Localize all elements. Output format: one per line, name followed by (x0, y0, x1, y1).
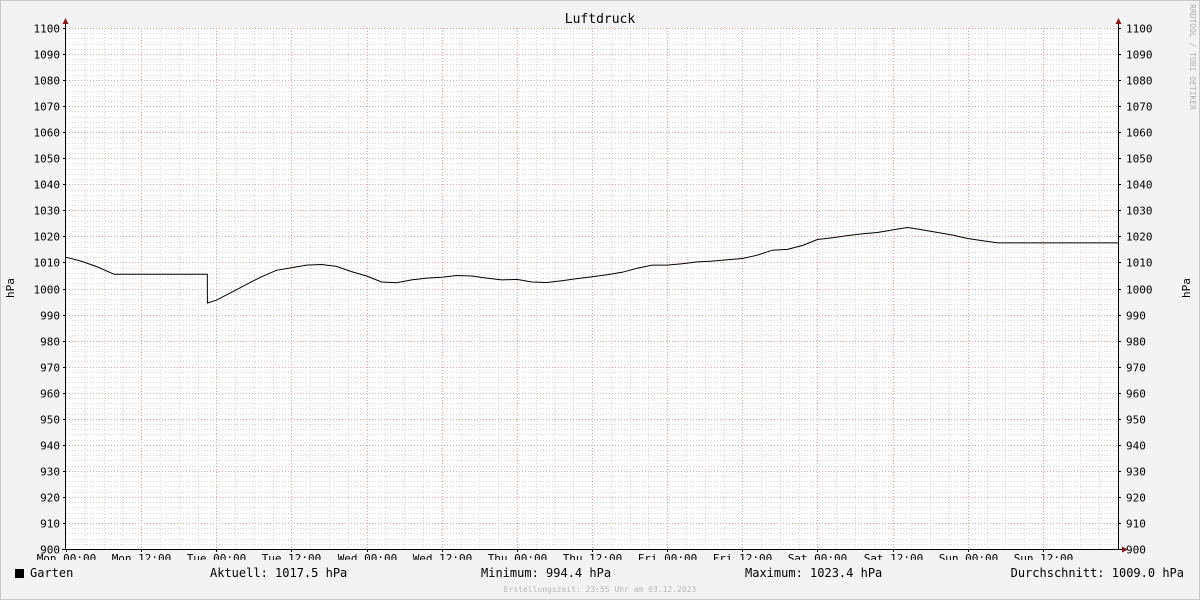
x-tick-label: Fri 12:00 (713, 552, 773, 560)
y-tick-label: 930 (40, 466, 60, 479)
chart-title: Luftdruck (565, 12, 636, 27)
y-axis-arrow-icon (62, 18, 69, 24)
y-tick-label: 990 (1126, 310, 1146, 323)
x-tick-label: Mon 12:00 (112, 552, 172, 560)
x-tick-label: Tue 12:00 (262, 552, 322, 560)
y-tick-label: 1030 (34, 205, 61, 218)
y-tick-label: 1030 (1126, 205, 1153, 218)
y-tick-label: 920 (40, 492, 60, 505)
x-tick-label: Fri 00:00 (638, 552, 698, 560)
legend-series: Garten (15, 566, 73, 580)
y-tick-label: 1040 (1126, 179, 1153, 192)
y-tick-label: 1020 (1126, 231, 1153, 244)
y-tick-label: 910 (40, 518, 60, 531)
rrdtool-credit: RRDTOOL / TOBI OETIKER (1188, 4, 1197, 110)
y-tick-label: 1060 (1126, 127, 1153, 140)
x-tick-label: Sat 00:00 (788, 552, 848, 560)
y-tick-label: 980 (40, 336, 60, 349)
y-tick-label: 980 (1126, 336, 1146, 349)
y-tick-label: 1100 (1126, 23, 1153, 36)
x-tick-label: Mon 00:00 (37, 552, 97, 560)
y-tick-label: 900 (1126, 544, 1146, 557)
pressure-chart: Luftdruck hPa hPa 9009109209309409509609… (4, 12, 1193, 560)
creation-time-footer: Erstellungszeit: 23:55 Uhr am 03.12.2023 (503, 585, 697, 594)
y-tick-label: 970 (40, 362, 60, 375)
x-tick-label: Sun 12:00 (1014, 552, 1074, 560)
legend: Garten Aktuell: 1017.5 hPa Minimum: 994.… (0, 566, 1200, 586)
y-tick-label: 950 (40, 414, 60, 427)
y-tick-label: 960 (40, 388, 60, 401)
y-tick-labels-right: 900 910 920 930 940 950 960 970 980 990 1000 1010 10… (1126, 23, 1153, 557)
y-tick-label: 1090 (1126, 49, 1153, 62)
y-axis-label-right: hPa (1180, 278, 1193, 298)
y-axis-label-left: hPa (4, 278, 17, 298)
y-tick-label: 990 (40, 310, 60, 323)
y-tick-label: 940 (40, 440, 60, 453)
x-tick-label: Wed 12:00 (413, 552, 473, 560)
y-tick-label: 940 (1126, 440, 1146, 453)
y-tick-label: 1020 (34, 231, 61, 244)
y-tick-label: 930 (1126, 466, 1146, 479)
x-tick-label: Tue 00:00 (187, 552, 247, 560)
y-tick-label: 1050 (1126, 153, 1153, 166)
y-tick-label: 1090 (34, 49, 61, 62)
y-tick-label: 1070 (1126, 101, 1153, 114)
legend-series-name: Garten (30, 566, 74, 580)
legend-minimum: Minimum: 994.4 hPa (481, 566, 612, 580)
y-tick-label: 1080 (34, 75, 61, 88)
y-tick-label: 1060 (34, 127, 61, 140)
x-tick-label: Thu 12:00 (563, 552, 623, 560)
legend-swatch-icon (15, 569, 24, 578)
x-tick-label: Thu 00:00 (488, 552, 548, 560)
x-tick-label: Wed 00:00 (338, 552, 398, 560)
y-tick-label: 1050 (34, 153, 61, 166)
y-tick-label: 1080 (1126, 75, 1153, 88)
legend-maximum: Maximum: 1023.4 hPa (745, 566, 883, 580)
y-tick-label: 1010 (1126, 257, 1153, 270)
y-tick-label: 1070 (34, 101, 61, 114)
y-tick-label: 950 (1126, 414, 1146, 427)
y-tick-label: 1010 (34, 257, 61, 270)
legend-current: Aktuell: 1017.5 hPa (210, 566, 348, 580)
y-tick-label: 920 (1126, 492, 1146, 505)
y-axis-arrow-icon (1115, 18, 1122, 24)
y-tick-labels-left: 9009109209309409509609709809901000101010… (34, 23, 61, 557)
y-tick-label: 970 (1126, 362, 1146, 375)
y-tick-label: 1000 (1126, 284, 1153, 297)
x-tick-labels: Mon 00:00 Mon 12:00 Tue 00:00 Tue 12:00 Wed … (37, 552, 1074, 560)
y-tick-label: 1100 (34, 23, 61, 36)
y-tick-label: 1000 (34, 284, 61, 297)
y-tick-label: 1040 (34, 179, 61, 192)
legend-average: Durchschnitt: 1009.0 hPa (1010, 566, 1184, 580)
y-tick-label: 960 (1126, 388, 1146, 401)
y-tick-label: 910 (1126, 518, 1146, 531)
x-tick-label: Sat 12:00 (864, 552, 924, 560)
x-tick-label: Sun 00:00 (939, 552, 999, 560)
